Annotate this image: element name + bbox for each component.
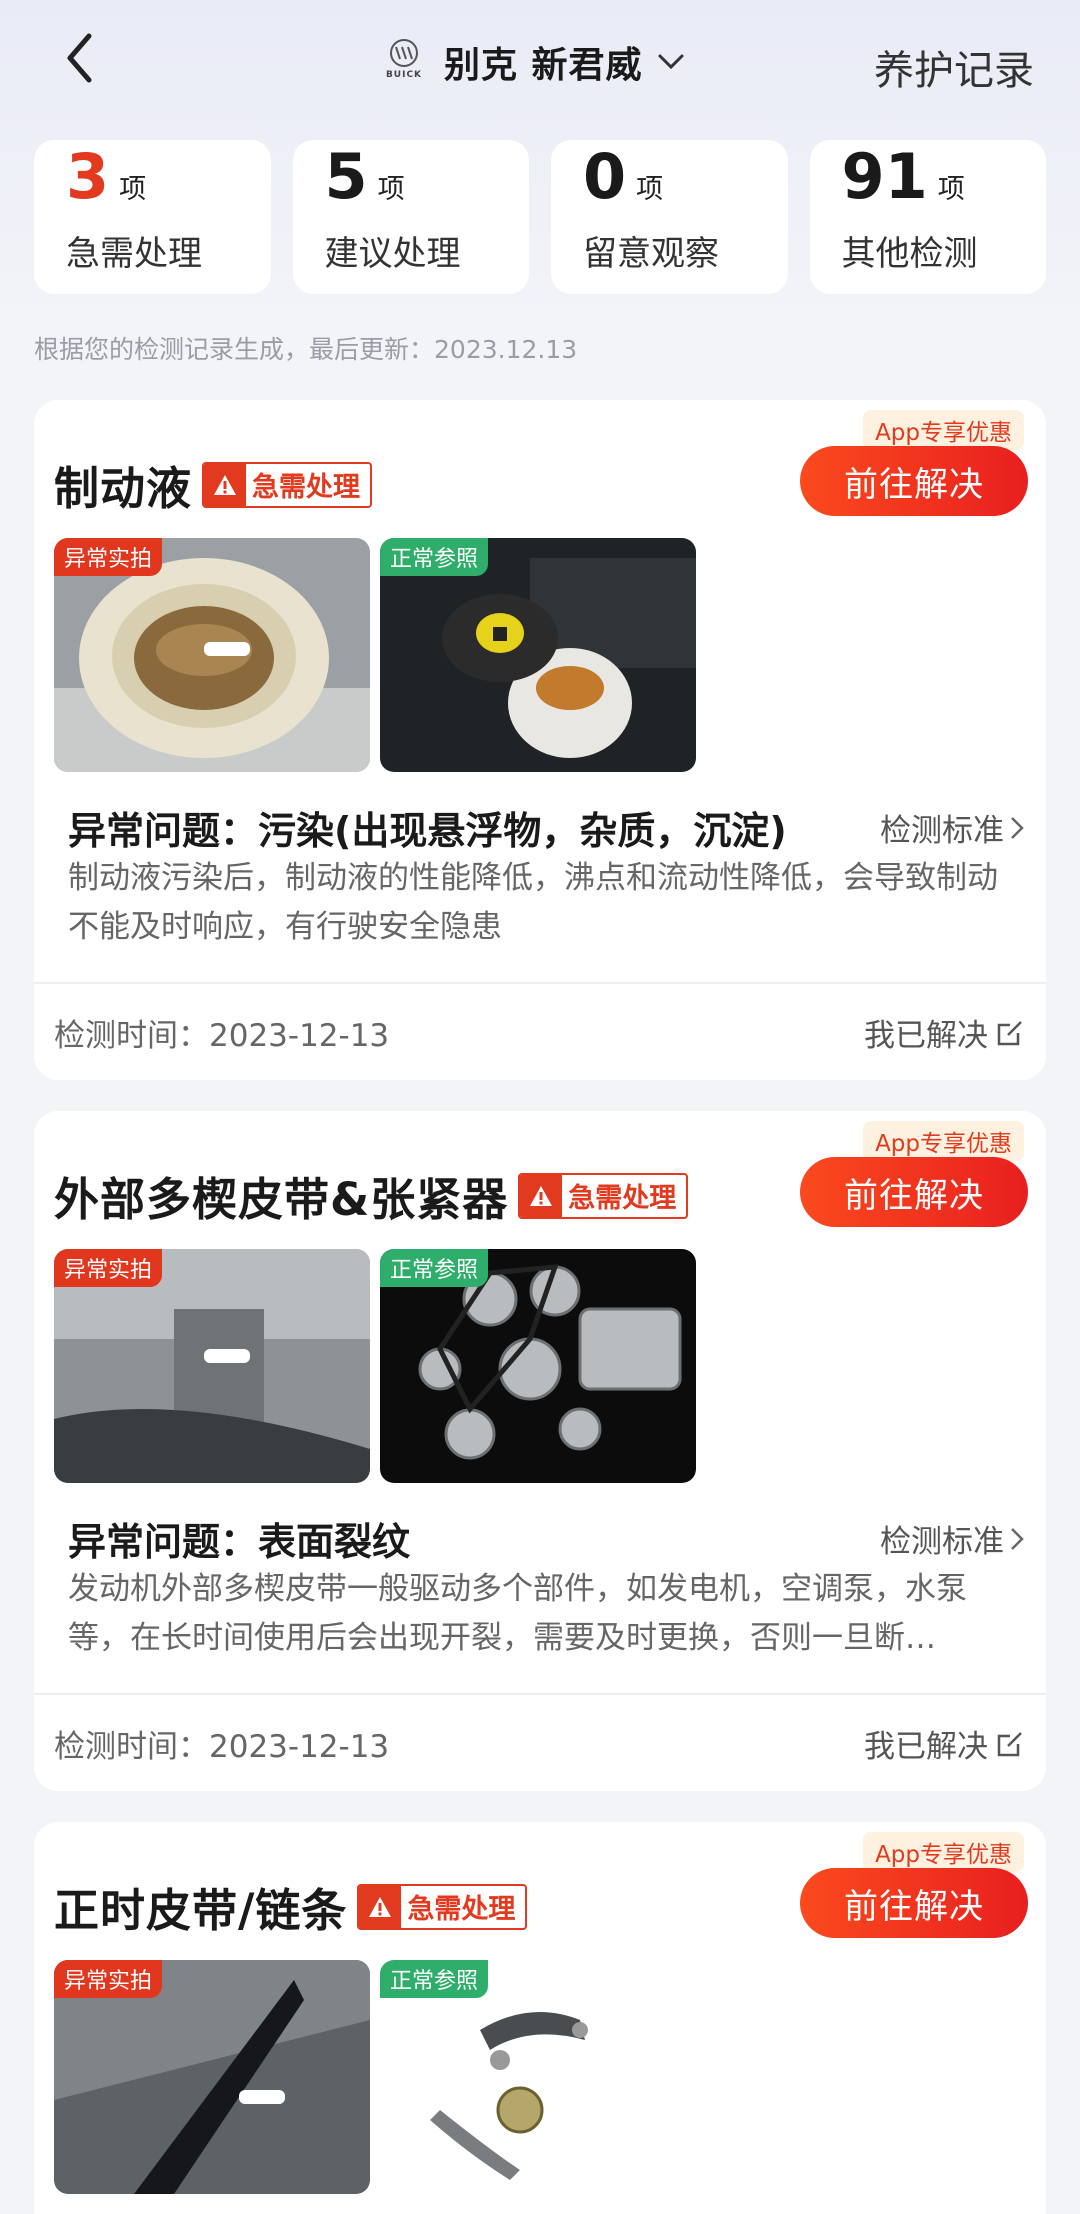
- issue-description: 发动机外部多楔皮带一般驱动多个部件，如发电机，空调泵，水泵等，在长时间使用后会出…: [68, 1571, 967, 1656]
- stat-suggested[interactable]: 5项 建议处理: [292, 140, 529, 294]
- stat-unit: 项: [119, 174, 147, 205]
- mark-solved-button[interactable]: 我已解决: [864, 1721, 1024, 1766]
- edit-icon: [997, 1731, 1022, 1756]
- back-arrow-icon: [67, 33, 92, 83]
- stat-label: 急需处理: [66, 234, 202, 274]
- abnormal-tag: 异常实拍: [54, 1960, 163, 1998]
- normal-reference-photo[interactable]: 正常参照: [380, 1249, 696, 1483]
- abnormal-photo[interactable]: 异常实拍: [54, 1249, 370, 1483]
- mark-solved-button[interactable]: 我已解决: [864, 1010, 1024, 1055]
- go-solve-button[interactable]: 前往解决: [800, 1157, 1028, 1227]
- stat-other[interactable]: 91 项 其他检测: [809, 140, 1046, 294]
- maintenance-records-link[interactable]: 养护记录: [874, 38, 1034, 96]
- warning-icon: [204, 463, 247, 506]
- normal-tag: 正常参照: [380, 538, 489, 576]
- abnormal-tag: 异常实拍: [54, 1249, 163, 1287]
- inspection-card-brake-fluid: App专享优惠 制动液 急需处理 前往解决 异常实拍 正常参照 异常问题：污染(…: [34, 400, 1046, 1080]
- abnormal-tag: 异常实拍: [54, 538, 163, 576]
- stat-count: 5: [324, 140, 368, 213]
- buick-logo: BUICK: [378, 38, 430, 86]
- stat-unit: 项: [937, 174, 965, 205]
- car-name: 别克 新君威: [444, 45, 643, 86]
- issue-description: 制动液污染后，制动液的性能降低，沸点和流动性降低，会导致制动不能及时响应，有行驶…: [68, 860, 998, 945]
- app-promo-tag: App专享优惠: [863, 410, 1024, 450]
- inspection-time: 检测时间：2023-12-13: [54, 1018, 390, 1054]
- app-promo-tag: App专享优惠: [863, 1832, 1024, 1872]
- normal-tag: 正常参照: [380, 1249, 489, 1287]
- divider: [34, 982, 1046, 984]
- inspection-standard-link[interactable]: 检测标准: [880, 805, 1024, 850]
- go-solve-button[interactable]: 前往解决: [800, 446, 1028, 516]
- stat-label: 其他检测: [841, 234, 978, 274]
- edit-icon: [997, 1020, 1022, 1045]
- card-title: 制动液: [54, 462, 193, 515]
- update-note: 根据您的检测记录生成，最后更新：2023.12.13: [34, 335, 578, 364]
- inspection-card-timing-belt: App专享优惠 正时皮带/链条 急需处理 前往解决 异常实拍 正常参照: [34, 1822, 1046, 2214]
- urgent-badge: 急需处理: [202, 461, 373, 508]
- stat-count: 0: [583, 140, 627, 213]
- stat-label: 建议处理: [324, 234, 461, 274]
- urgent-badge: 急需处理: [357, 1883, 528, 1930]
- normal-tag: 正常参照: [380, 1960, 489, 1998]
- warning-icon: [520, 1174, 563, 1217]
- inspection-card-belt: App专享优惠 外部多楔皮带&张紧器 急需处理 前往解决 异常实拍 正常参照 异…: [34, 1111, 1046, 1791]
- issue-text: 异常问题：表面裂纹: [68, 1520, 411, 1564]
- stats-summary: 3项 急需处理 5项 建议处理 0项 留意观察 91 项 其他检测: [34, 140, 1046, 294]
- divider: [34, 1693, 1046, 1695]
- chevron-right-icon: [1011, 1527, 1024, 1550]
- inspection-time: 检测时间：2023-12-13: [54, 1729, 390, 1765]
- card-title: 正时皮带/链条: [54, 1884, 348, 1937]
- app-promo-tag: App专享优惠: [863, 1121, 1024, 1161]
- normal-reference-photo[interactable]: 正常参照: [380, 538, 696, 772]
- top-bar: BUICK 别克 新君威 养护记录: [0, 0, 1080, 128]
- warning-icon: [359, 1885, 402, 1928]
- card-title: 外部多楔皮带&张紧器: [54, 1173, 509, 1226]
- stat-urgent[interactable]: 3项 急需处理: [34, 140, 271, 294]
- stat-unit: 项: [377, 174, 405, 205]
- stat-unit: 项: [636, 174, 664, 205]
- abnormal-photo[interactable]: 异常实拍: [54, 538, 370, 772]
- stat-label: 留意观察: [583, 234, 719, 274]
- stat-count: 3: [66, 140, 110, 213]
- stat-observe[interactable]: 0项 留意观察: [551, 140, 788, 294]
- issue-text: 异常问题：污染(出现悬浮物，杂质，沉淀): [68, 809, 787, 853]
- back-button[interactable]: [52, 30, 108, 86]
- normal-reference-photo[interactable]: 正常参照: [380, 1960, 696, 2194]
- chevron-down-icon: [657, 47, 687, 77]
- inspection-standard-link[interactable]: 检测标准: [880, 1516, 1024, 1561]
- go-solve-button[interactable]: 前往解决: [800, 1868, 1028, 1938]
- urgent-badge: 急需处理: [518, 1172, 689, 1219]
- abnormal-photo[interactable]: 异常实拍: [54, 1960, 370, 2194]
- stat-count: 91: [841, 140, 928, 213]
- chevron-right-icon: [1011, 816, 1024, 839]
- car-selector[interactable]: BUICK 别克 新君威: [378, 36, 687, 88]
